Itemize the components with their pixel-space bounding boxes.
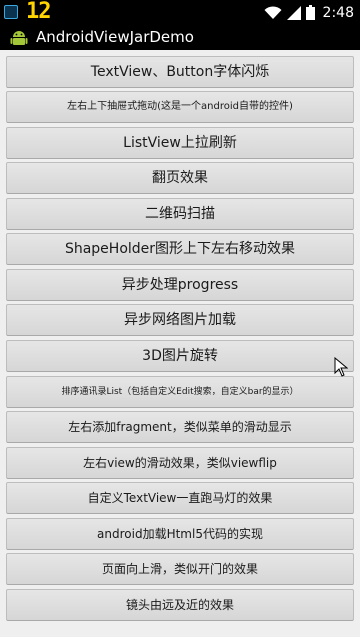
wifi-icon: [264, 5, 282, 19]
status-bar: 12 2:48: [0, 0, 360, 25]
button-list: TextView、Button字体闪烁 左右上下抽屉式拖动(这是一个androi…: [0, 50, 360, 637]
signal-icon: [286, 5, 301, 20]
status-bar-right: 2:48: [264, 0, 354, 25]
action-bar: AndroidViewJarDemo: [0, 25, 360, 50]
button-textview-flash[interactable]: TextView、Button字体闪烁: [6, 56, 354, 88]
button-view-slide[interactable]: 左右view的滑动效果，类似viewflip: [6, 447, 354, 479]
button-qr-scan[interactable]: 二维码扫描: [6, 198, 354, 230]
button-shapeholder-move[interactable]: ShapeHolder图形上下左右移动效果: [6, 233, 354, 265]
button-async-image-load[interactable]: 异步网络图片加载: [6, 304, 354, 336]
button-marquee-textview[interactable]: 自定义TextView一直跑马灯的效果: [6, 482, 354, 514]
button-listview-pull-refresh[interactable]: ListView上拉刷新: [6, 127, 354, 159]
button-load-html5[interactable]: android加载Html5代码的实现: [6, 518, 354, 550]
button-async-progress[interactable]: 异步处理progress: [6, 269, 354, 301]
button-add-fragment[interactable]: 左右添加fragment，类似菜单的滑动显示: [6, 411, 354, 443]
app-title: AndroidViewJarDemo: [36, 28, 194, 46]
button-sorted-contacts[interactable]: 排序通讯录List（包括自定义Edit搜索，自定义bar的显示）: [6, 376, 354, 408]
battery-icon: [305, 5, 315, 20]
button-3d-rotate[interactable]: 3D图片旋转: [6, 340, 354, 372]
button-door-slide[interactable]: 页面向上滑，类似开门的效果: [6, 553, 354, 585]
android-icon: [10, 31, 28, 45]
button-page-flip[interactable]: 翻页效果: [6, 162, 354, 194]
button-drawer-drag[interactable]: 左右上下抽屉式拖动(这是一个android自带的控件): [6, 91, 354, 123]
mouse-cursor-icon: [334, 357, 348, 377]
app-notification-icon: [4, 5, 18, 19]
button-zoom-near[interactable]: 镜头由远及近的效果: [6, 589, 354, 621]
frame-counter: 12: [26, 0, 51, 24]
status-bar-time: 2:48: [322, 4, 354, 21]
